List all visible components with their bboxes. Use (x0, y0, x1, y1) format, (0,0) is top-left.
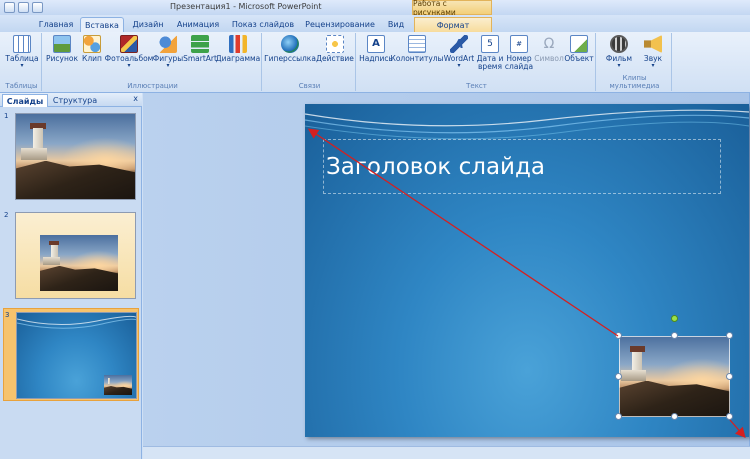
resize-handle[interactable] (671, 332, 678, 339)
lighthouse-photo (15, 113, 136, 200)
tab-insert[interactable]: Вставка (80, 17, 124, 32)
header-footer-icon (408, 35, 426, 53)
movie-button[interactable]: Фильм ▾ (602, 35, 636, 69)
table-icon (13, 35, 31, 53)
resize-handle[interactable] (615, 413, 622, 420)
resize-handle[interactable] (615, 332, 622, 339)
slide-number-icon: # (510, 35, 528, 53)
wordart-button[interactable]: A WordArt ▾ (442, 35, 476, 69)
slide-thumbnail-3[interactable]: 3 (3, 308, 139, 401)
photo-album-icon (120, 35, 138, 53)
tab-view[interactable]: Вид (382, 17, 410, 32)
chevron-down-icon: ▾ (651, 62, 655, 69)
tab-animation[interactable]: Анимация (172, 17, 224, 32)
title-bar: Презентация1 - Microsoft PowerPoint Рабо… (0, 0, 750, 17)
tab-outline[interactable]: Структура (50, 94, 100, 107)
tab-format[interactable]: Формат (414, 17, 492, 32)
group-links: Гиперссылка Действие Связи (264, 33, 356, 91)
horizontal-scrollbar[interactable] (143, 446, 750, 459)
window-title: Презентация1 - Microsoft PowerPoint (170, 2, 322, 11)
lighthouse-photo (40, 235, 118, 291)
clip-button[interactable]: Клип (80, 35, 104, 63)
chart-button[interactable]: Диаграмма (216, 35, 260, 63)
picture-button[interactable]: Рисунок (46, 35, 78, 63)
close-icon[interactable]: x (133, 94, 138, 103)
hyperlink-button[interactable]: Гиперссылка (264, 35, 316, 63)
resize-handle[interactable] (726, 373, 733, 380)
date-time-icon: 5 (481, 35, 499, 53)
tab-slide-show[interactable]: Показ слайдов (230, 17, 296, 32)
panel-tabs: Слайды Структура x (0, 93, 142, 107)
smartart-icon (191, 35, 209, 53)
slide-editor: Заголовок слайда (143, 93, 750, 459)
group-illustrations: Рисунок Клип Фотоальбом ▾ Фигуры ▾ Smart… (44, 33, 262, 91)
tab-review[interactable]: Рецензирование (302, 17, 378, 32)
chevron-down-icon: ▾ (127, 62, 131, 69)
group-tables: Таблица ▾ Таблицы (2, 33, 42, 91)
action-icon (326, 35, 344, 53)
lighthouse-photo (104, 375, 132, 395)
picture-icon (53, 35, 71, 53)
tab-home[interactable]: Главная (34, 17, 78, 32)
chart-icon (229, 35, 247, 53)
textbox-icon: A (367, 35, 385, 53)
save-icon[interactable] (4, 2, 15, 13)
wave-decoration (17, 315, 136, 329)
speaker-icon (644, 35, 662, 53)
resize-handle[interactable] (671, 413, 678, 420)
resize-handle[interactable] (615, 373, 622, 380)
slide-number-button[interactable]: # Номер слайда (504, 35, 534, 71)
tab-slides[interactable]: Слайды (2, 94, 48, 107)
group-media: Фильм ▾ Звук ▾ Клипы мультимедиа (598, 33, 672, 91)
chevron-down-icon: ▾ (166, 62, 170, 69)
table-button[interactable]: Таблица ▾ (5, 35, 39, 69)
smartart-button[interactable]: SmartArt (183, 35, 217, 63)
header-footer-button[interactable]: Колонтитулы (391, 35, 443, 63)
resize-handle[interactable] (726, 413, 733, 420)
ribbon: Таблица ▾ Таблицы Рисунок Клип Фотоальбо… (0, 32, 750, 93)
ribbon-tabs: Главная Вставка Дизайн Анимация Показ сл… (0, 15, 750, 32)
sound-button[interactable]: Звук ▾ (638, 35, 668, 69)
hyperlink-icon (281, 35, 299, 53)
selection-frame (619, 336, 730, 417)
wordart-icon: A (450, 35, 468, 53)
group-text: A Надпись Колонтитулы A WordArt ▾ 5 Дата… (358, 33, 596, 91)
chevron-down-icon: ▾ (20, 62, 24, 69)
slide-canvas[interactable]: Заголовок слайда (305, 104, 749, 437)
shapes-button[interactable]: Фигуры ▾ (152, 35, 184, 69)
undo-icon[interactable] (18, 2, 29, 13)
wave-decoration (305, 109, 749, 140)
date-time-button[interactable]: 5 Дата и время (476, 35, 504, 71)
resize-handle[interactable] (726, 332, 733, 339)
title-placeholder[interactable]: Заголовок слайда (323, 139, 721, 194)
chevron-down-icon: ▾ (617, 62, 621, 69)
photo-album-button[interactable]: Фотоальбом ▾ (105, 35, 153, 69)
symbol-button[interactable]: Ω Символ (534, 35, 564, 63)
shapes-icon (159, 35, 177, 53)
picture-tools-label: Работа с рисунками (412, 0, 492, 17)
slide-thumbnail-1[interactable]: 1 (3, 110, 139, 203)
slide-thumbnail-2[interactable]: 2 (3, 209, 139, 302)
clip-icon (83, 35, 101, 53)
rotation-handle[interactable] (671, 315, 678, 322)
tab-design[interactable]: Дизайн (128, 17, 168, 32)
omega-icon: Ω (543, 36, 555, 52)
textbox-button[interactable]: A Надпись (359, 35, 393, 63)
object-icon (570, 35, 588, 53)
redo-icon[interactable] (32, 2, 43, 13)
object-button[interactable]: Объект (564, 35, 594, 63)
slides-panel: Слайды Структура x 1 2 3 (0, 93, 142, 459)
film-reel-icon (610, 35, 628, 53)
action-button[interactable]: Действие (316, 35, 354, 63)
chevron-down-icon: ▾ (457, 62, 461, 69)
quick-access-toolbar (0, 2, 43, 13)
